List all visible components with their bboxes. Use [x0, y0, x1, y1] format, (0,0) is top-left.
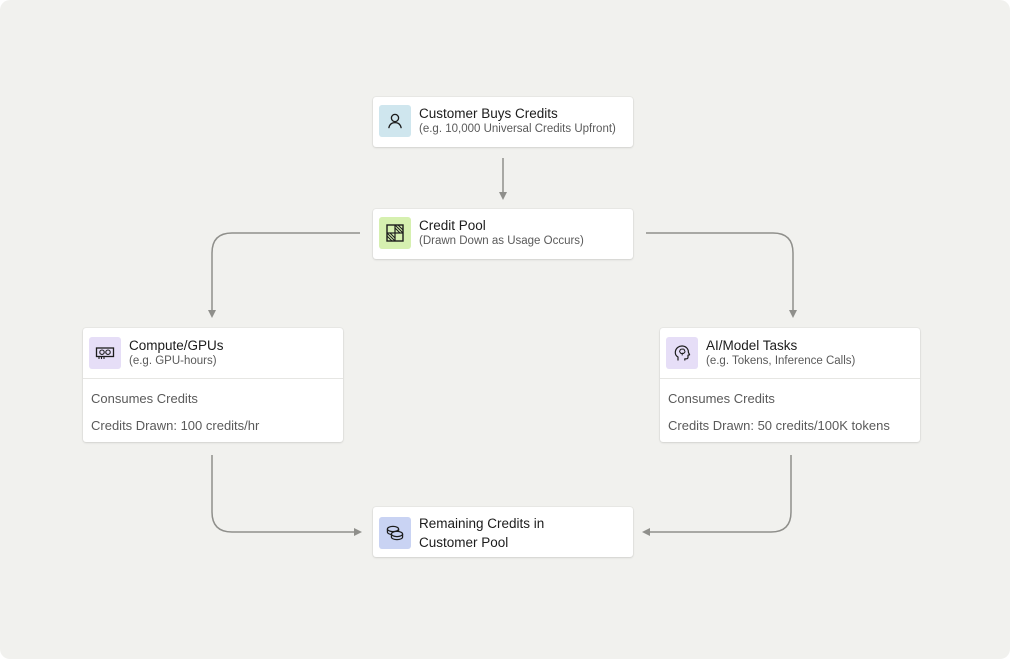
- node-credit-pool[interactable]: Credit Pool (Drawn Down as Usage Occurs): [373, 209, 633, 259]
- node-subtitle: (Drawn Down as Usage Occurs): [419, 235, 584, 247]
- node-compute-gpus[interactable]: Compute/GPUs (e.g. GPU-hours) Consumes C…: [83, 328, 343, 442]
- diagram-canvas: Customer Buys Credits (e.g. 10,000 Unive…: [0, 0, 1010, 659]
- node-remaining-credits[interactable]: Remaining Credits in Customer Pool: [373, 507, 633, 557]
- node-title: Credit Pool: [419, 218, 486, 233]
- arrow-pool-to-compute: [208, 232, 360, 318]
- node-ai-model-tasks[interactable]: AI/Model Tasks (e.g. Tokens, Inference C…: [660, 328, 920, 442]
- node-title-line1: Remaining Credits in: [419, 516, 545, 531]
- credits-drawn-label: Credits Drawn: 100 credits/hr: [91, 418, 260, 433]
- node-customer-buys-credits[interactable]: Customer Buys Credits (e.g. 10,000 Unive…: [373, 97, 633, 147]
- node-subtitle: (e.g. 10,000 Universal Credits Upfront): [419, 123, 616, 135]
- consumes-credits-label: Consumes Credits: [91, 391, 198, 406]
- node-title-line2: Customer Pool: [419, 535, 509, 550]
- brain-head-icon: [666, 337, 698, 369]
- node-subtitle: (e.g. GPU-hours): [129, 355, 217, 367]
- pool-grid-icon: [379, 217, 411, 249]
- credits-drawn-label: Credits Drawn: 50 credits/100K tokens: [668, 418, 890, 433]
- arrow-ai-to-remaining: [642, 455, 792, 536]
- node-subtitle: (e.g. Tokens, Inference Calls): [706, 355, 856, 367]
- node-title: AI/Model Tasks: [706, 338, 798, 353]
- node-title: Compute/GPUs: [129, 338, 224, 353]
- arrow-compute-to-remaining: [211, 455, 362, 536]
- arrow-pool-to-ai: [646, 232, 797, 318]
- gpu-icon: [89, 337, 121, 369]
- node-title: Customer Buys Credits: [419, 106, 558, 121]
- coins-icon: [379, 517, 411, 549]
- consumes-credits-label: Consumes Credits: [668, 391, 775, 406]
- user-icon: [379, 105, 411, 137]
